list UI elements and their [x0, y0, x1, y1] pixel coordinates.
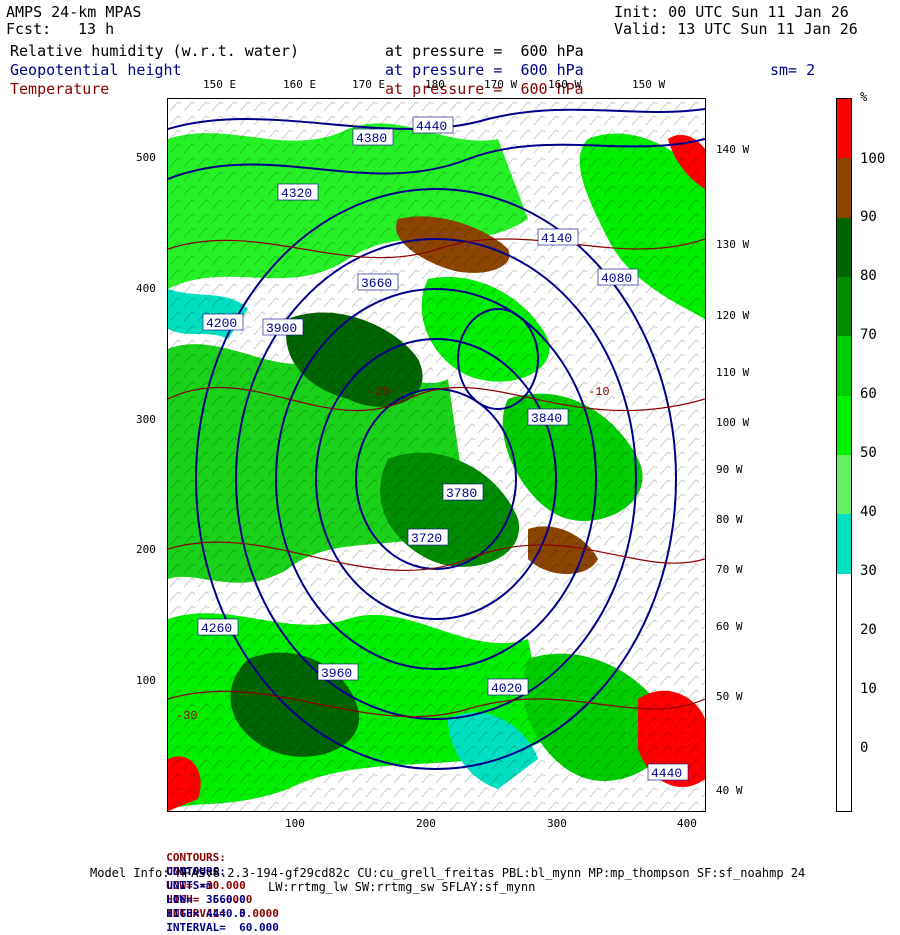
- lon-label-right: 50 W: [716, 690, 743, 703]
- colorbar-segment: [837, 573, 851, 634]
- lon-label-top: 170 E: [352, 78, 386, 91]
- y-tick-label: 500: [136, 151, 156, 164]
- temp-contour-label: -10: [588, 385, 610, 399]
- y-tick-label: 300: [136, 413, 156, 426]
- lon-label-right: 130 W: [716, 238, 750, 251]
- colorbar-segment: [837, 395, 851, 456]
- x-tick-label: 400: [677, 817, 697, 830]
- colorbar-label: 10: [860, 681, 877, 697]
- y-tick-label: 400: [136, 282, 156, 295]
- contour-label: 3660: [361, 276, 392, 291]
- y-tick-label: 200: [136, 543, 156, 556]
- colorbar-label: 30: [860, 563, 877, 579]
- contour-label: 4200: [206, 316, 237, 331]
- y-tick-label: 100: [136, 674, 156, 687]
- colorbar-segment: [837, 455, 851, 515]
- contour-label: 4020: [491, 681, 522, 696]
- contour-label: 4380: [356, 131, 387, 146]
- forecast-label: Fcst:: [6, 20, 52, 38]
- contour-label: 3960: [321, 666, 352, 681]
- contour-label: 4440: [416, 119, 447, 134]
- field-rh-level: at pressure = 600 hPa: [385, 42, 584, 60]
- contour-label: 4140: [541, 231, 572, 246]
- colorbar-label: 100: [860, 151, 886, 167]
- colorbar: [836, 98, 852, 812]
- product-title: AMPS 24-km MPAS: [6, 3, 142, 21]
- colorbar-unit: %: [860, 90, 868, 104]
- lon-label-top: 150 W: [632, 78, 666, 91]
- lon-label-right: 40 W: [716, 784, 743, 797]
- x-tick-label: 100: [285, 817, 305, 830]
- colorbar-segment: [837, 336, 851, 397]
- lon-label-top: 160 E: [283, 78, 317, 91]
- field-height-name: Geopotential height: [10, 61, 182, 79]
- field-height-level: at pressure = 600 hPa: [385, 61, 584, 79]
- lon-label-top: 170 W: [484, 78, 518, 91]
- colorbar-segment: [837, 217, 851, 278]
- lon-label-right: 120 W: [716, 309, 750, 322]
- model-info: Model Info: MPASv8.2.3-194-gf29cd82c CU:…: [90, 866, 806, 880]
- colorbar-segment: [837, 751, 851, 812]
- colorbar-label: 0: [860, 740, 869, 756]
- colorbar-label: 80: [860, 268, 877, 284]
- colorbar-segment: [837, 158, 851, 219]
- contour-label: 3900: [266, 321, 297, 336]
- map-panel: 4380 4440 4320 4200 4140 4080 3900 3840 …: [167, 98, 706, 812]
- smoothing-label: sm= 2: [770, 61, 816, 79]
- wind-barbs: [168, 99, 705, 811]
- lon-label-right: 90 W: [716, 463, 743, 476]
- colorbar-segment: [837, 277, 851, 337]
- field-temp-name: Temperature: [10, 80, 110, 98]
- contour-label: 4320: [281, 186, 312, 201]
- map-field-graphic: 4380 4440 4320 4200 4140 4080 3900 3840 …: [168, 99, 705, 811]
- colorbar-segment: [837, 99, 851, 159]
- contour-label: 3780: [446, 486, 477, 501]
- contours-height-units: UNITS=m: [166, 879, 213, 892]
- colorbar-label: 40: [860, 504, 877, 520]
- contours-height-interval: INTERVAL= 60.000: [166, 921, 279, 934]
- colorbar-label: 70: [860, 327, 877, 343]
- colorbar-segment: [837, 514, 851, 575]
- lon-label-top: 180: [425, 78, 445, 91]
- colorbar-label: 90: [860, 209, 877, 225]
- contour-label: 3840: [531, 411, 562, 426]
- contour-label: 4260: [201, 621, 232, 636]
- colorbar-segment: [837, 692, 851, 753]
- lon-label-right: 80 W: [716, 513, 743, 526]
- lon-label-top: 160 W: [548, 78, 582, 91]
- lon-label-top: 150 E: [203, 78, 237, 91]
- contour-label: 3720: [411, 531, 442, 546]
- lon-label-right: 140 W: [716, 143, 750, 156]
- colorbar-label: 60: [860, 386, 877, 402]
- field-rh-name: Relative humidity (w.r.t. water): [10, 42, 299, 60]
- lon-label-right: 100 W: [716, 416, 750, 429]
- contour-label: 4080: [601, 271, 632, 286]
- contours-height-high: HIGH= 4440.0: [166, 907, 246, 920]
- lon-label-right: 70 W: [716, 563, 743, 576]
- colorbar-label: 50: [860, 445, 877, 461]
- init-time: Init: 00 UTC Sun 11 Jan 26: [614, 3, 849, 21]
- temp-contour-label: -20: [368, 385, 390, 399]
- lon-label-right: 60 W: [716, 620, 743, 633]
- x-tick-label: 300: [547, 817, 567, 830]
- contour-label: 4440: [651, 766, 682, 781]
- forecast-hour: 13 h: [78, 20, 115, 38]
- model-info-2: LW:rrtmg_lw SW:rrtmg_sw SFLAY:sf_mynn: [268, 880, 536, 894]
- valid-time: Valid: 13 UTC Sun 11 Jan 26: [614, 20, 858, 38]
- lon-label-right: 110 W: [716, 366, 750, 379]
- colorbar-label: 20: [860, 622, 877, 638]
- x-tick-label: 200: [416, 817, 436, 830]
- temp-contour-label: -30: [176, 709, 198, 723]
- colorbar-segment: [837, 633, 851, 693]
